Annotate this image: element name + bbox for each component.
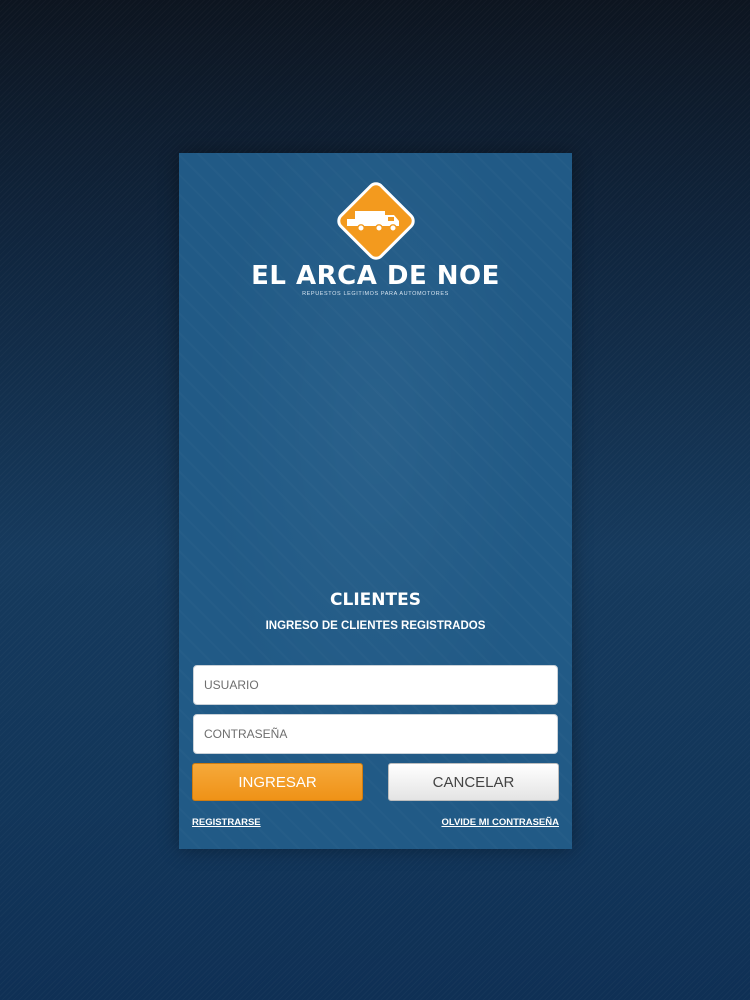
brand-name: EL ARCA DE NOE (251, 261, 500, 291)
password-input[interactable] (193, 714, 558, 754)
truck-icon (347, 211, 399, 232)
username-input[interactable] (193, 665, 558, 705)
forgot-password-link[interactable]: OLVIDE MI CONTRASEÑA (441, 817, 559, 828)
cancel-button[interactable]: CANCELAR (388, 763, 559, 801)
brand-tagline: REPUESTOS LEGITIMOS PARA AUTOMOTORES (302, 291, 449, 297)
register-link[interactable]: REGISTRARSE (192, 817, 261, 828)
page-title: CLIENTES (330, 590, 421, 610)
login-button[interactable]: INGRESAR (192, 763, 363, 801)
login-panel: EL ARCA DE NOE REPUESTOS LEGITIMOS PARA … (179, 153, 572, 849)
page-subtitle: INGRESO DE CLIENTES REGISTRADOS (265, 620, 486, 632)
